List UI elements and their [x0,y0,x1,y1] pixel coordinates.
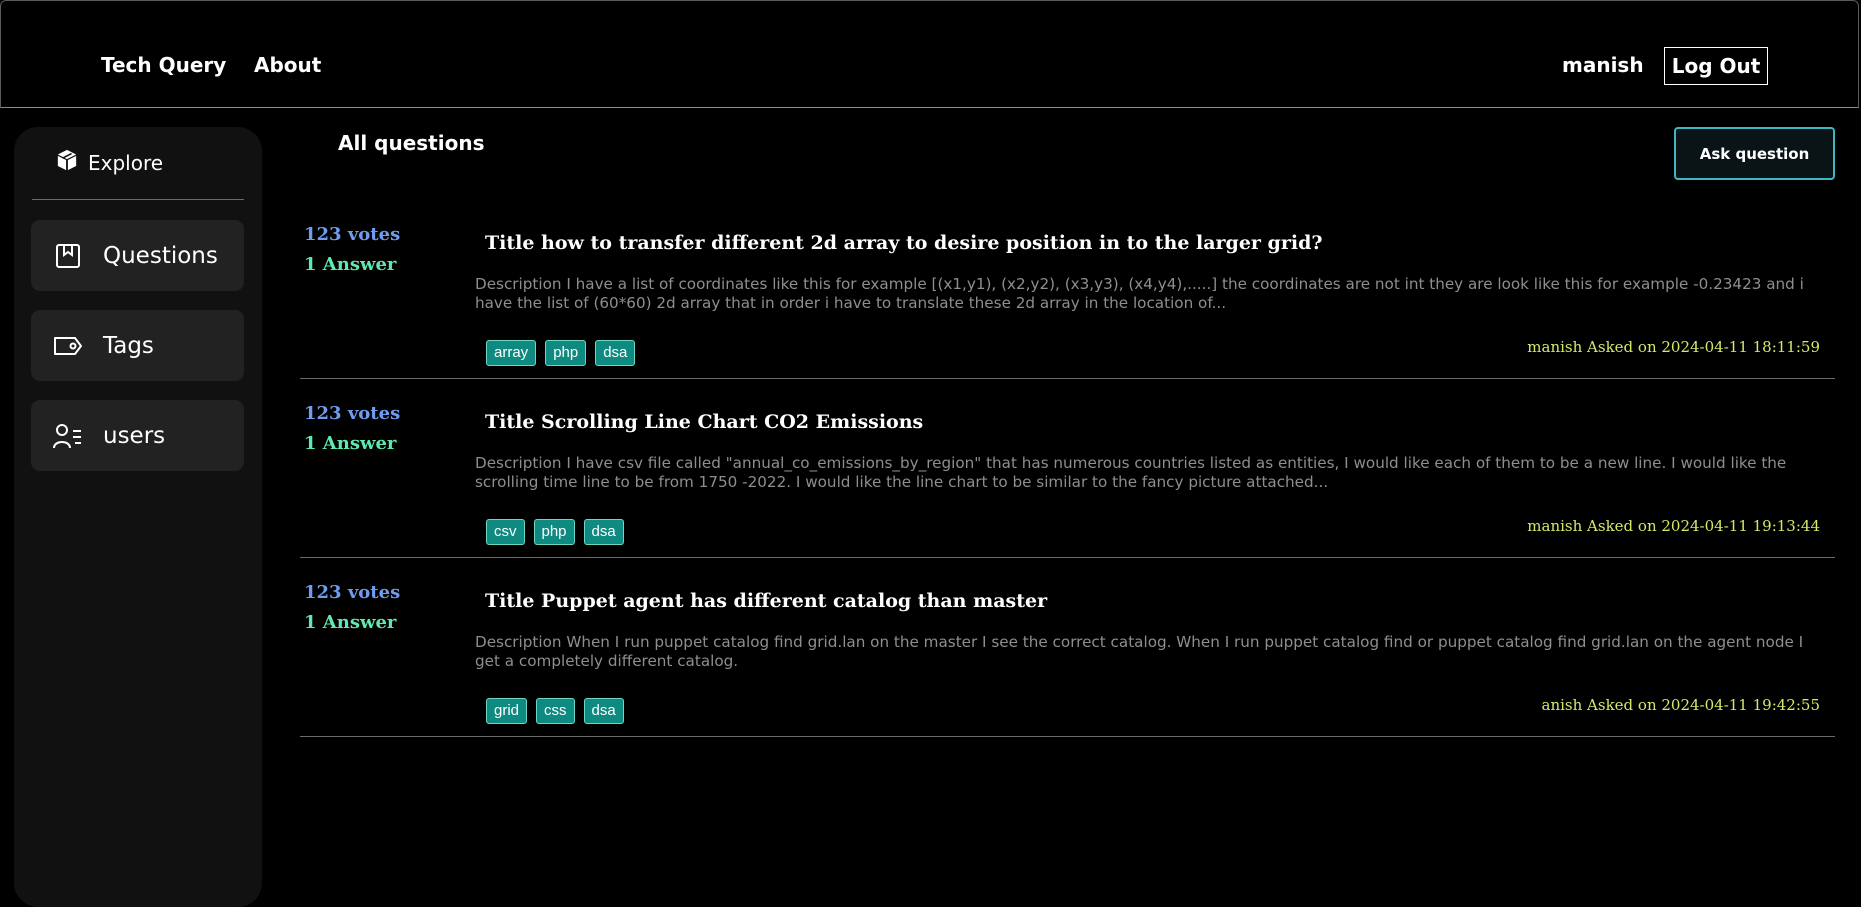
question-description: Description When I run puppet catalog fi… [475,633,1804,670]
tag-badge[interactable]: dsa [583,698,624,724]
question-title[interactable]: Title Puppet agent has different catalog… [485,590,1047,612]
about-link[interactable]: About [254,53,321,77]
page-title: All questions [338,131,485,155]
top-navbar: Tech Query About manish Log Out [0,0,1859,108]
bookmark-icon [53,241,83,271]
logout-button[interactable]: Log Out [1664,47,1768,85]
sidebar-item-label: Tags [103,332,154,359]
tag-badge[interactable]: dsa [583,519,624,545]
sidebar-explore-label: Explore [88,150,164,175]
question-meta: anish Asked on 2024-04-11 19:42:55 [1541,696,1820,714]
question-meta: manish Asked on 2024-04-11 19:13:44 [1527,517,1820,535]
question-item: 123 votes 1 Answer Title how to transfer… [300,200,1835,379]
question-title[interactable]: Title how to transfer different 2d array… [485,232,1322,254]
sidebar-explore[interactable]: Explore [56,149,163,176]
vote-count: 123 votes [304,582,401,603]
ask-question-button[interactable]: Ask question [1674,127,1835,180]
tag-list: array php dsa [486,340,636,366]
tag-list: csv php dsa [486,519,624,545]
sidebar-item-label: Questions [103,242,218,269]
tag-badge[interactable]: php [545,340,587,366]
answer-count: 1 Answer [304,612,397,633]
tag-badge[interactable]: php [533,519,575,545]
sidebar-item-users[interactable]: users [31,400,244,471]
sidebar: Explore Questions Tags users [14,127,262,907]
question-meta: manish Asked on 2024-04-11 18:11:59 [1527,338,1820,356]
question-description: Description I have a list of coordinates… [475,275,1804,312]
answer-count: 1 Answer [304,254,397,275]
vote-count: 123 votes [304,224,401,245]
question-description: Description I have csv file called "annu… [475,454,1787,491]
sidebar-item-label: users [103,422,166,449]
sidebar-item-questions[interactable]: Questions [31,220,244,291]
tag-badge[interactable]: csv [486,519,525,545]
tag-icon [53,331,83,361]
tag-badge[interactable]: dsa [595,340,636,366]
question-item: 123 votes 1 Answer Title Puppet agent ha… [300,558,1835,737]
sidebar-item-tags[interactable]: Tags [31,310,244,381]
sidebar-divider [32,199,244,200]
answer-count: 1 Answer [304,433,397,454]
tag-badge[interactable]: css [536,698,575,724]
vote-count: 123 votes [304,403,401,424]
question-title[interactable]: Title Scrolling Line Chart CO2 Emissions [485,411,923,433]
tag-badge[interactable]: grid [486,698,528,724]
tag-badge[interactable]: array [486,340,537,366]
question-list: 123 votes 1 Answer Title how to transfer… [300,200,1835,737]
tag-list: grid css dsa [486,698,624,724]
brand-link[interactable]: Tech Query [101,53,226,77]
users-list-icon [53,421,83,451]
username-link[interactable]: manish [1562,53,1644,77]
cube-icon [56,149,88,176]
question-item: 123 votes 1 Answer Title Scrolling Line … [300,379,1835,558]
